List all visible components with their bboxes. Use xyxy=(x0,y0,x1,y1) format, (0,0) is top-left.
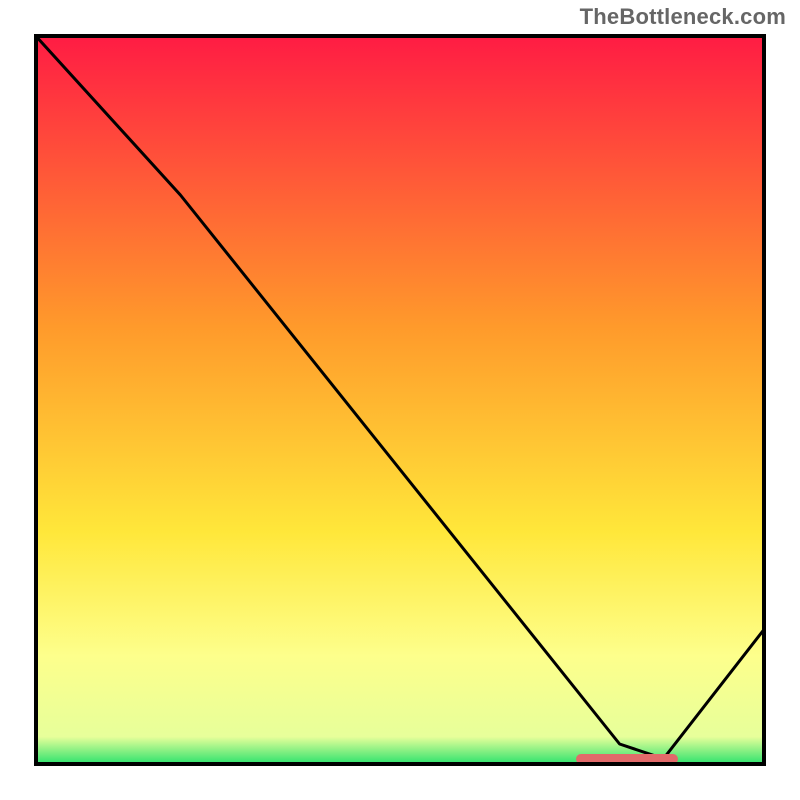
plot-frame-left xyxy=(34,34,38,766)
bottleneck-curve xyxy=(34,34,766,766)
chart-stage: TheBottleneck.com xyxy=(0,0,800,800)
plot-area xyxy=(34,34,766,766)
plot-frame-top xyxy=(34,34,766,38)
watermark-text: TheBottleneck.com xyxy=(580,4,786,30)
plot-frame-right xyxy=(762,34,766,766)
plot-frame-bottom xyxy=(34,762,766,766)
